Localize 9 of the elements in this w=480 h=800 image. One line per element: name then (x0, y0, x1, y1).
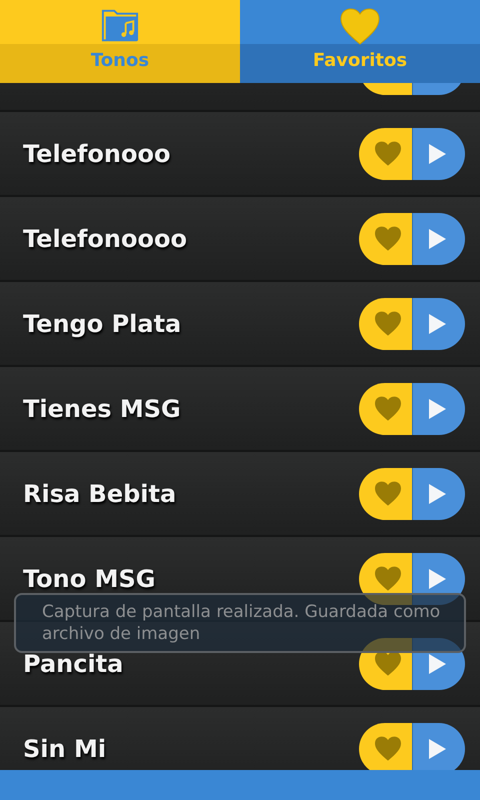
ringtone-title[interactable]: Telefonooo (23, 140, 170, 168)
ringtone-title[interactable]: Tienes MSG (23, 394, 181, 422)
ringtone-title[interactable]: Tono MSG (23, 564, 156, 592)
ringtone-title[interactable]: Telefonoooo (23, 224, 187, 252)
toast-message: Captura de pantalla realizada. Guardada como archivo de imagen (42, 601, 442, 645)
ringtone-title[interactable]: Pancita (23, 650, 124, 678)
ringtone-title[interactable]: Sin Mi (23, 734, 106, 762)
ringtone-title[interactable]: Risa Bebita (23, 480, 176, 508)
ringtone-title[interactable]: Tengo Plata (23, 310, 182, 338)
